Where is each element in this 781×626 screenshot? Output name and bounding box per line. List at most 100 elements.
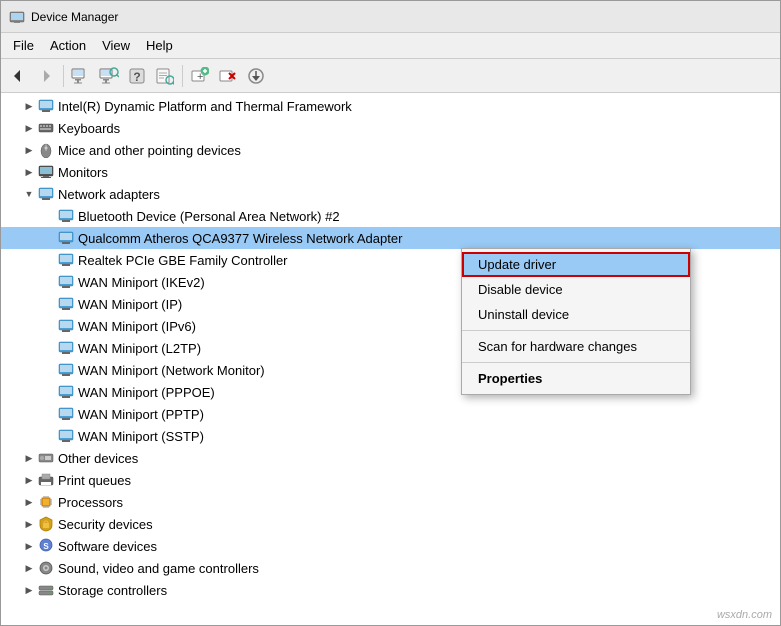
label-security: Security devices: [58, 517, 153, 532]
tree-item-print[interactable]: ▶ Print queues: [1, 469, 780, 491]
device-manager-window: Device Manager File Action View Help: [0, 0, 781, 626]
ctx-disable-device[interactable]: Disable device: [462, 277, 690, 302]
ctx-uninstall-device[interactable]: Uninstall device: [462, 302, 690, 327]
ctx-sep-1: [462, 330, 690, 331]
label-other: Other devices: [58, 451, 138, 466]
expand-sound[interactable]: ▶: [21, 560, 37, 576]
help-button[interactable]: ?: [124, 63, 150, 89]
icon-sound: [37, 559, 55, 577]
menu-bar: File Action View Help: [1, 33, 780, 59]
tree-item-qualcomm[interactable]: Qualcomm Atheros QCA9377 Wireless Networ…: [1, 227, 780, 249]
icon-wan-sstp: [57, 427, 75, 445]
ctx-update-driver[interactable]: Update driver: [462, 252, 690, 277]
icon-wan-ipv6: [57, 317, 75, 335]
download-button[interactable]: [243, 63, 269, 89]
label-wan-l2tp: WAN Miniport (L2TP): [78, 341, 201, 356]
tree-item-monitors[interactable]: ▶ Monitors: [1, 161, 780, 183]
help2-button[interactable]: [152, 63, 178, 89]
icon-wan-l2tp: [57, 339, 75, 357]
tree-item-mice[interactable]: ▶ Mice and other pointing devices: [1, 139, 780, 161]
menu-action[interactable]: Action: [42, 35, 94, 56]
expand-intel[interactable]: ▶: [21, 98, 37, 114]
svg-text:S: S: [43, 542, 49, 551]
tree-item-wan-sstp[interactable]: WAN Miniport (SSTP): [1, 425, 780, 447]
expand-monitors[interactable]: ▶: [21, 164, 37, 180]
label-sound: Sound, video and game controllers: [58, 561, 259, 576]
icon-bluetooth: [57, 207, 75, 225]
icon-software: S: [37, 537, 55, 555]
icon-wan-pptp: [57, 405, 75, 423]
tree-item-network[interactable]: ▼ Network adapters: [1, 183, 780, 205]
expand-storage[interactable]: ▶: [21, 582, 37, 598]
tree-item-intel[interactable]: ▶ Intel(R) Dynamic Platform and Thermal …: [1, 95, 780, 117]
icon-wan-pppoe: [57, 383, 75, 401]
icon-qualcomm: [57, 229, 75, 247]
delete-button[interactable]: [215, 63, 241, 89]
tree-item-software[interactable]: ▶ S Software devices: [1, 535, 780, 557]
icon-network: [37, 185, 55, 203]
content-area: ▶ Intel(R) Dynamic Platform and Thermal …: [1, 93, 780, 625]
expand-keyboards[interactable]: ▶: [21, 120, 37, 136]
ctx-sep-2: [462, 362, 690, 363]
menu-view[interactable]: View: [94, 35, 138, 56]
label-wan-sstp: WAN Miniport (SSTP): [78, 429, 204, 444]
label-qualcomm: Qualcomm Atheros QCA9377 Wireless Networ…: [78, 231, 402, 246]
label-intel: Intel(R) Dynamic Platform and Thermal Fr…: [58, 99, 352, 114]
menu-file[interactable]: File: [5, 35, 42, 56]
expand-security[interactable]: ▶: [21, 516, 37, 532]
ctx-scan-hardware[interactable]: Scan for hardware changes: [462, 334, 690, 359]
label-wan-pptp: WAN Miniport (PPTP): [78, 407, 204, 422]
toolbar-sep-1: [63, 65, 64, 87]
back-button[interactable]: [5, 63, 31, 89]
tree-item-sound[interactable]: ▶ Sound, video and game controllers: [1, 557, 780, 579]
expand-bluetooth: [41, 208, 57, 224]
label-mice: Mice and other pointing devices: [58, 143, 241, 158]
expand-network[interactable]: ▼: [21, 186, 37, 202]
tree-item-security[interactable]: ▶ Security devices: [1, 513, 780, 535]
label-monitors: Monitors: [58, 165, 108, 180]
menu-help[interactable]: Help: [138, 35, 181, 56]
title-bar: Device Manager: [1, 1, 780, 33]
icon-processors: [37, 493, 55, 511]
label-wan-pppoe: WAN Miniport (PPPOE): [78, 385, 215, 400]
expand-print[interactable]: ▶: [21, 472, 37, 488]
tree-item-processors[interactable]: ▶: [1, 491, 780, 513]
title-bar-icon: [9, 9, 25, 25]
context-menu: Update driver Disable device Uninstall d…: [461, 248, 691, 395]
label-software: Software devices: [58, 539, 157, 554]
add-driver-button[interactable]: +: [187, 63, 213, 89]
tree-item-wan-pptp[interactable]: WAN Miniport (PPTP): [1, 403, 780, 425]
expand-mice[interactable]: ▶: [21, 142, 37, 158]
icon-intel: [37, 97, 55, 115]
icon-print: [37, 471, 55, 489]
label-wan-ip: WAN Miniport (IP): [78, 297, 182, 312]
label-processors: Processors: [58, 495, 123, 510]
icon-monitors: [37, 163, 55, 181]
expand-other[interactable]: ▶: [21, 450, 37, 466]
tree-item-bluetooth[interactable]: Bluetooth Device (Personal Area Network)…: [1, 205, 780, 227]
scan-button[interactable]: [96, 63, 122, 89]
watermark: wsxdn.com: [717, 609, 772, 621]
label-print: Print queues: [58, 473, 131, 488]
expand-processors[interactable]: ▶: [21, 494, 37, 510]
ctx-properties[interactable]: Properties: [462, 366, 690, 391]
properties-button[interactable]: [68, 63, 94, 89]
label-bluetooth: Bluetooth Device (Personal Area Network)…: [78, 209, 340, 224]
label-keyboards: Keyboards: [58, 121, 120, 136]
icon-wan-ikev2: [57, 273, 75, 291]
tree-item-keyboards[interactable]: ▶ Keyboards: [1, 117, 780, 139]
label-storage: Storage controllers: [58, 583, 167, 598]
icon-security: [37, 515, 55, 533]
icon-wan-netmon: [57, 361, 75, 379]
icon-storage: [37, 581, 55, 599]
expand-software[interactable]: ▶: [21, 538, 37, 554]
tree-item-other[interactable]: ▶ Other devices: [1, 447, 780, 469]
label-realtek: Realtek PCIe GBE Family Controller: [78, 253, 288, 268]
toolbar-sep-2: [182, 65, 183, 87]
tree-item-storage[interactable]: ▶ Storage controllers: [1, 579, 780, 601]
icon-realtek: [57, 251, 75, 269]
icon-mice: [37, 141, 55, 159]
label-wan-ipv6: WAN Miniport (IPv6): [78, 319, 196, 334]
icon-wan-ip: [57, 295, 75, 313]
forward-button[interactable]: [33, 63, 59, 89]
